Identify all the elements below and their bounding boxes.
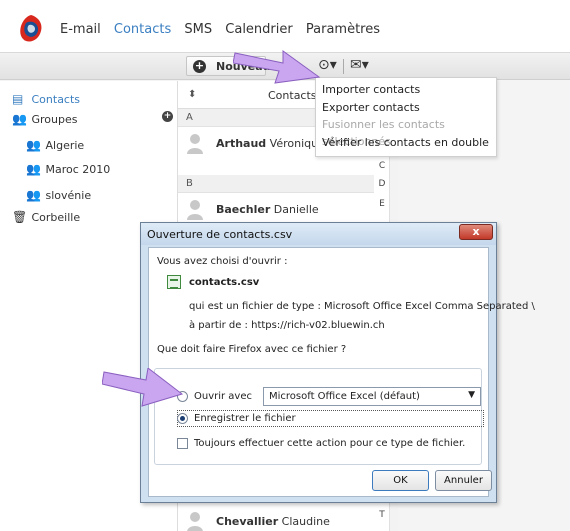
group-icon: 👥 (26, 188, 41, 202)
file-open-dialog: Ouverture de contacts.csv x Vous avez ch… (140, 222, 535, 503)
file-type: qui est un fichier de type : Microsoft O… (189, 301, 535, 312)
contact-card-icon: ▤ (12, 92, 24, 106)
contact-row[interactable]: Baechler Danielle (178, 193, 374, 225)
save-file-radio[interactable] (177, 413, 188, 424)
main-nav: E-mail Contacts SMS Calendrier Paramètre… (60, 22, 389, 37)
group-icon: 👥 (26, 162, 41, 176)
sidebar-item-trash[interactable]: 🗑 Corbeille (12, 208, 80, 226)
dialog-intro: Vous avez choisi d'ouvrir : (157, 256, 288, 267)
avatar-icon (187, 134, 203, 154)
contacts-actions-menu: Importer contacts Exporter contacts Fusi… (315, 77, 497, 157)
avatar-icon (187, 200, 203, 220)
toolbar-divider (343, 59, 344, 74)
sidebar-item-label: Algerie (45, 139, 85, 152)
open-with-value: Microsoft Office Excel (défaut) (269, 391, 420, 402)
open-with-select[interactable]: Microsoft Office Excel (défaut) ▼ (263, 387, 481, 406)
plus-icon: + (193, 59, 206, 73)
sidebar-item-label: Maroc 2010 (45, 163, 111, 176)
annotation-arrow-icon (102, 368, 184, 407)
sort-icon[interactable]: ⬍ (188, 89, 196, 100)
menu-item-export[interactable]: Exporter contacts (316, 99, 496, 117)
sidebar-item-contacts[interactable]: ▤ Contacts (12, 90, 80, 108)
sidebar-item-group[interactable]: 👥 Algerie (26, 136, 84, 154)
sidebar-item-group[interactable]: 👥 slovénie (26, 186, 91, 204)
file-source: à partir de : https://rich-v02.bluewin.c… (189, 320, 385, 331)
file-name: contacts.csv (189, 277, 260, 288)
sidebar-item-group[interactable]: 👥 Maroc 2010 (26, 160, 110, 178)
nav-email[interactable]: E-mail (60, 22, 101, 37)
dialog-body: Vous avez choisi d'ouvrir : contacts.csv… (148, 247, 535, 497)
always-do-checkbox[interactable] (177, 438, 188, 449)
contact-row[interactable]: Chevallier Claudine (178, 505, 374, 531)
section-header: B (178, 175, 374, 193)
contacts-list-title: Contacts (268, 89, 317, 102)
contact-name: Chevallier Claudine (216, 515, 330, 528)
sidebar-item-label: Contacts (31, 93, 81, 106)
index-letter[interactable]: D (374, 179, 390, 189)
index-letter[interactable]: E (374, 199, 390, 209)
menu-item-check-duplicates[interactable]: Vérifier les contacts en double (316, 134, 496, 152)
sidebar-item-label: Corbeille (31, 211, 81, 224)
menu-item-import[interactable]: Importer contacts (316, 81, 496, 99)
sidebar-item-label: Groupes (31, 113, 78, 126)
dialog-question: Que doit faire Firefox avec ce fichier ? (157, 344, 347, 355)
nav-sms[interactable]: SMS (184, 22, 212, 37)
group-icon: 👥 (26, 138, 41, 152)
group-icon: 👥 (12, 112, 27, 126)
ok-button[interactable]: OK (372, 470, 429, 491)
contact-name: Baechler Danielle (216, 203, 319, 216)
save-file-label: Enregistrer le fichier (194, 413, 296, 424)
nav-calendar[interactable]: Calendrier (225, 22, 292, 37)
mail-menu-button[interactable]: ✉▾ (350, 57, 369, 73)
nav-contacts[interactable]: Contacts (114, 22, 171, 37)
menu-item-merge: Fusionner les contacts sélectionnés (322, 118, 445, 148)
swisscom-logo-icon (20, 15, 42, 42)
cancel-button[interactable]: Annuler (435, 470, 492, 491)
annotation-arrow-icon (233, 50, 321, 84)
dialog-title: Ouverture de contacts.csv (147, 228, 293, 241)
sidebar-item-label: slovénie (45, 189, 92, 202)
trash-icon: 🗑 (12, 210, 28, 224)
open-with-label: Ouvrir avec (194, 391, 253, 402)
always-do-label: Toujours effectuer cette action pour ce … (194, 438, 466, 449)
index-letter[interactable]: C (374, 161, 390, 171)
excel-file-icon (167, 275, 181, 289)
nav-settings[interactable]: Paramètres (306, 22, 380, 37)
avatar-icon (187, 512, 203, 531)
sidebar-item-groups[interactable]: 👥 Groupes (12, 110, 78, 128)
chevron-down-icon: ▼ (468, 390, 475, 400)
close-button[interactable]: x (459, 224, 493, 240)
add-group-button[interactable]: + (162, 111, 173, 122)
index-letter[interactable]: T (374, 510, 390, 520)
contact-name: Arthaud Véronique (216, 137, 325, 150)
dialog-titlebar: Ouverture de contacts.csv x (141, 223, 496, 245)
